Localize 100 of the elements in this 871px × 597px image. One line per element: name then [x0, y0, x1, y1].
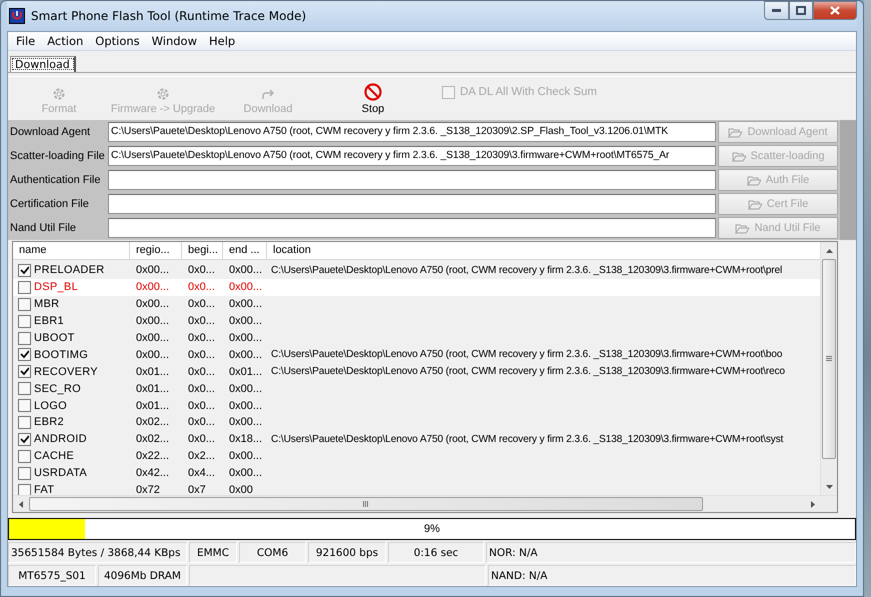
- menu-item[interactable]: Options: [89, 34, 146, 48]
- table-cell: 0x01...: [136, 366, 170, 378]
- column-header[interactable]: name: [13, 242, 130, 259]
- row-checkbox[interactable]: [18, 365, 31, 378]
- row-checkbox[interactable]: [18, 314, 31, 328]
- row-checkbox[interactable]: [18, 280, 31, 294]
- checkbox-label: DA DL All With Check Sum: [460, 86, 597, 98]
- status-cell: 0:16 sec: [388, 542, 484, 563]
- table-cell: 0x00...: [229, 315, 262, 328]
- input-field[interactable]: [108, 218, 716, 238]
- table-cell: 0x0...: [188, 416, 215, 428]
- table-cell: 0x00...: [136, 332, 170, 344]
- table-cell: 0x02...: [136, 433, 170, 446]
- row-checkbox[interactable]: [18, 450, 31, 463]
- table-cell: 0x00...: [136, 348, 170, 361]
- input-field[interactable]: [108, 170, 716, 190]
- table-cell: ANDROID: [34, 433, 87, 446]
- status-cell: EMMC: [189, 542, 237, 563]
- minimize-button[interactable]: [764, 1, 789, 20]
- table-cell: 0x0...: [188, 315, 215, 328]
- scroll-down-icon[interactable]: [826, 484, 832, 488]
- row-checkbox[interactable]: [18, 382, 31, 396]
- status-cell: COM6: [239, 542, 306, 563]
- table-cell: EBR1: [34, 315, 64, 328]
- row-checkbox[interactable]: [18, 466, 31, 480]
- field-label: Authentication File: [10, 173, 102, 188]
- gear-icon: [52, 87, 66, 101]
- table-cell: 0x00...: [136, 315, 170, 328]
- row-checkbox[interactable]: [18, 399, 31, 412]
- column-header[interactable]: begi...: [182, 242, 223, 259]
- table-cell: FAT: [34, 484, 54, 495]
- table-cell: 0x2...: [188, 450, 215, 462]
- scroll-up-icon[interactable]: [826, 248, 832, 252]
- column-header[interactable]: regio...: [130, 242, 182, 259]
- table-cell: 0x00...: [229, 348, 262, 361]
- scrollbar-thumb[interactable]: [29, 497, 703, 511]
- row-checkbox[interactable]: [18, 432, 31, 446]
- table-cell: 0x00...: [136, 264, 170, 276]
- row-checkbox[interactable]: [18, 416, 31, 429]
- table-cell: LOGO: [34, 400, 67, 412]
- table-cell: SEC_RO: [34, 382, 82, 395]
- table-cell: MBR: [34, 298, 60, 310]
- input-field[interactable]: [108, 194, 716, 214]
- folder-icon: [748, 198, 762, 210]
- table-cell: 0x0...: [188, 332, 215, 344]
- folder-icon: [728, 126, 742, 138]
- row-checkbox[interactable]: [18, 348, 31, 362]
- scroll-left-icon[interactable]: [19, 500, 23, 508]
- status-cell: 921600 bps: [308, 542, 386, 563]
- table-cell: 0x0...: [188, 348, 215, 361]
- window-title: Smart Phone Flash Tool (Runtime Trace Mode): [31, 9, 308, 23]
- table-cell: USRDATA: [34, 467, 88, 480]
- table-cell: 0x7: [188, 484, 206, 495]
- field-label: Nand Util File: [10, 221, 78, 236]
- menu-item[interactable]: Action: [41, 34, 90, 48]
- maximize-icon: [796, 6, 806, 15]
- scroll-right-icon[interactable]: [811, 500, 815, 508]
- table-cell: 0x00...: [229, 332, 262, 344]
- table-cell: 0x02...: [136, 416, 170, 428]
- table-cell: 0x0...: [188, 366, 215, 378]
- table-cell: BOOTIMG: [34, 348, 88, 361]
- table-cell: UBOOT: [34, 332, 75, 344]
- tab[interactable]: Download: [10, 56, 76, 72]
- table-cell: 0x0...: [188, 382, 215, 395]
- table-cell: 0x00...: [229, 264, 262, 276]
- table-cell: CACHE: [34, 450, 74, 462]
- scrollbar-thumb[interactable]: [822, 259, 836, 459]
- row-checkbox[interactable]: [18, 264, 31, 277]
- row-checkbox[interactable]: [18, 332, 31, 344]
- table-cell: 0x00...: [229, 400, 262, 412]
- menu-item[interactable]: Help: [203, 34, 242, 48]
- table-cell: 0x00...: [229, 416, 262, 428]
- column-header[interactable]: location: [267, 242, 820, 259]
- menu-item[interactable]: Window: [146, 34, 203, 48]
- app-icon: [9, 8, 25, 24]
- table-cell: DSP_BL: [34, 281, 78, 294]
- table-cell: 0x72: [136, 484, 160, 495]
- grip-icon: [826, 356, 832, 362]
- close-button[interactable]: [813, 1, 857, 20]
- column-header[interactable]: end ...: [223, 242, 267, 259]
- table-row[interactable]: DSP_BL 0x00... 0x0... 0x00...: [13, 278, 820, 296]
- table-cell: 0x42...: [136, 467, 170, 480]
- toolbar-button[interactable]: Stop: [308, 79, 438, 115]
- table-cell: 0x00...: [136, 298, 170, 310]
- row-checkbox[interactable]: [18, 484, 31, 495]
- table-cell: C:\Users\Pauete\Desktop\Lenovo A750 (root, CWM recovery y firm 2.3.6. _S138_120309\3.firmware+CWM+root\prel: [271, 264, 782, 276]
- table-cell: 0x0...: [188, 281, 215, 294]
- status-cell: NAND: N/A: [488, 565, 856, 586]
- table-cell: 0x00...: [229, 281, 262, 294]
- table-cell: 0x0...: [188, 433, 215, 446]
- grip-icon: [363, 501, 369, 507]
- menu-item[interactable]: File: [10, 34, 42, 48]
- field-label: Download Agent: [10, 125, 92, 140]
- row-checkbox[interactable]: [18, 298, 31, 311]
- progress-text: 9%: [423, 522, 441, 537]
- gear-icon: [156, 87, 170, 101]
- field-label: Certification File: [10, 197, 90, 212]
- table-cell: 0x22...: [136, 450, 170, 462]
- maximize-button[interactable]: [789, 1, 813, 20]
- close-icon: [830, 6, 840, 15]
